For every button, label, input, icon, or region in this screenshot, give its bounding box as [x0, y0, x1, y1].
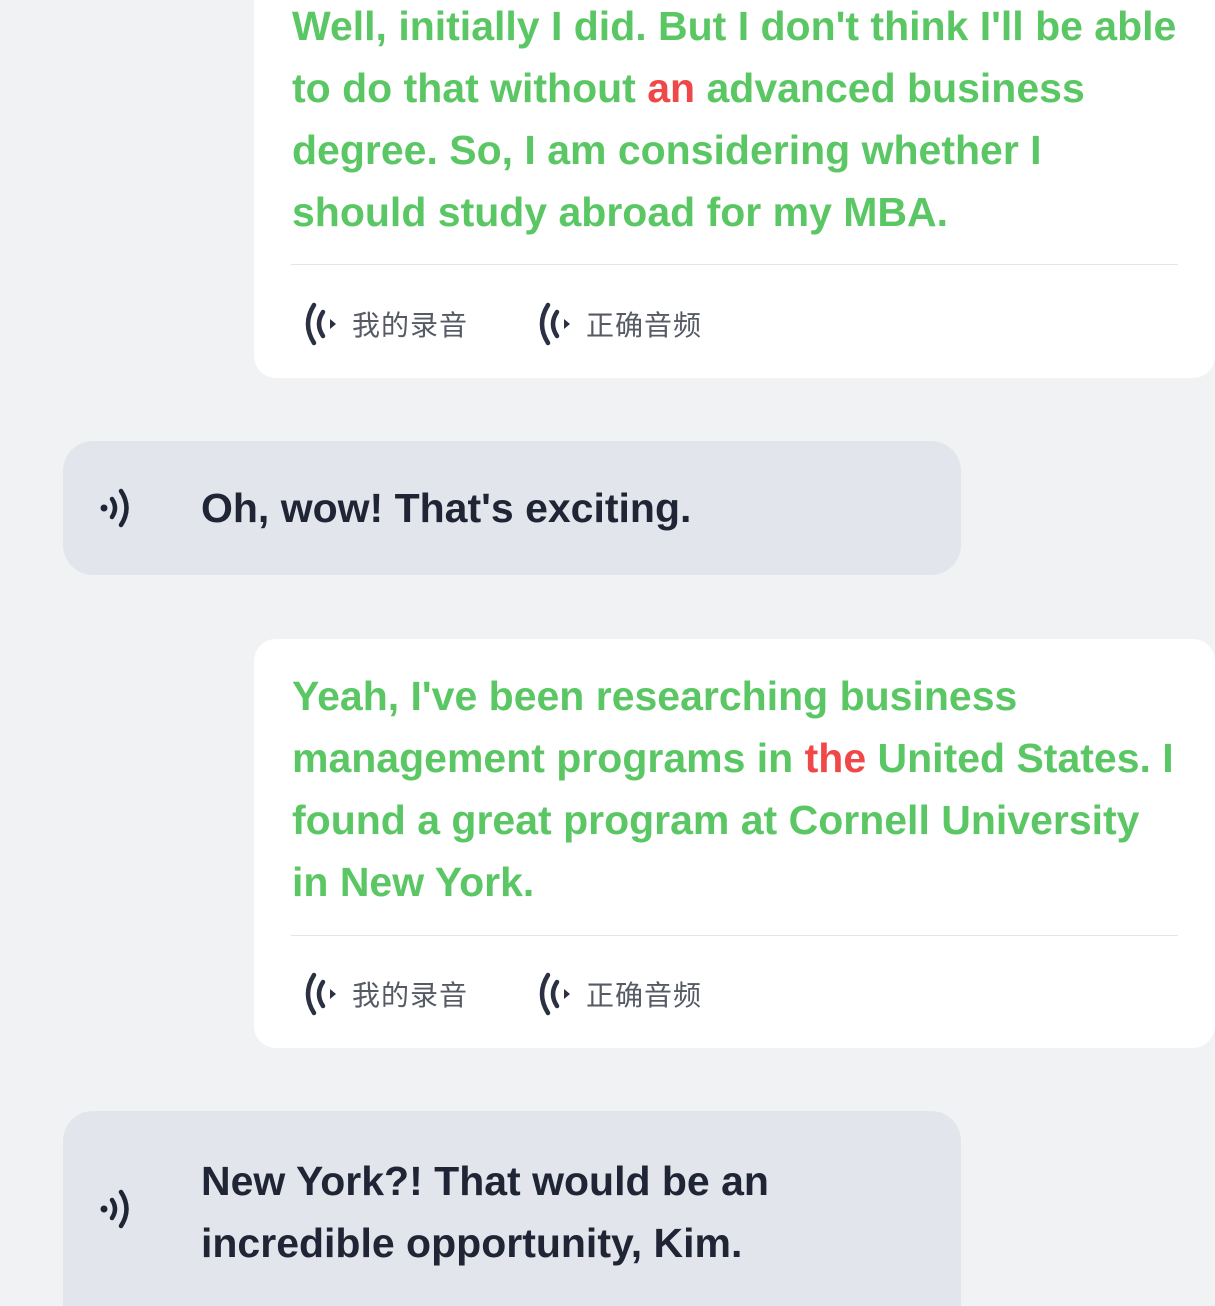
audio-wave-icon [305, 972, 336, 1016]
conversation-view: Well, initially I did. But I don't think… [0, 0, 1215, 1306]
card-divider [291, 935, 1178, 936]
correct-audio-button[interactable]: 正确音频 [534, 296, 702, 352]
partner-message-bubble: New York?! That would be an incredible o… [63, 1111, 961, 1306]
speaker-icon[interactable] [98, 1184, 144, 1234]
grammar-error-word: an [647, 65, 696, 111]
card-divider [291, 264, 1178, 265]
correct-audio-label: 正确音频 [586, 309, 703, 342]
correct-audio-label: 正确音频 [586, 979, 703, 1012]
speaker-icon[interactable] [98, 483, 144, 533]
partner-message-bubble: Oh, wow! That's exciting. [63, 441, 961, 575]
user-message-card: Well, initially I did. But I don't think… [254, 0, 1215, 378]
grammar-error-word: the [804, 735, 867, 781]
audio-wave-icon [539, 302, 570, 346]
partner-message-text: New York?! That would be an incredible o… [201, 1158, 769, 1266]
audio-wave-icon [305, 302, 336, 346]
partner-message-text: Oh, wow! That's exciting. [201, 485, 692, 531]
audio-wave-icon [539, 972, 570, 1016]
user-message-text: Yeah, I've been researching business man… [292, 673, 1174, 905]
user-message-text: Well, initially I did. But I don't think… [292, 3, 1177, 235]
my-recording-label: 我的录音 [352, 309, 469, 342]
correct-audio-button[interactable]: 正确音频 [534, 966, 702, 1022]
my-recording-button[interactable]: 我的录音 [300, 296, 468, 352]
my-recording-label: 我的录音 [352, 979, 469, 1012]
user-message-card: Yeah, I've been researching business man… [254, 639, 1215, 1048]
my-recording-button[interactable]: 我的录音 [300, 966, 468, 1022]
